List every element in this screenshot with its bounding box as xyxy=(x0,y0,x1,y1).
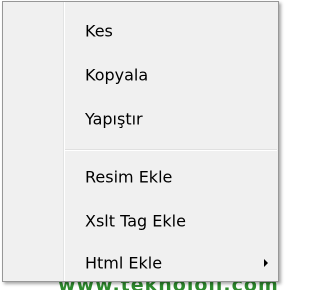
menu-item-label: Html Ekle xyxy=(85,253,163,273)
chevron-right-icon xyxy=(264,259,268,267)
context-menu: Kes Kopyala Yapıştır Resim Ekle Xslt Tag… xyxy=(2,1,279,282)
menu-item-kopyala[interactable]: Kopyala xyxy=(5,57,276,93)
menu-item-resim-ekle[interactable]: Resim Ekle xyxy=(5,159,276,195)
menu-item-label: Xslt Tag Ekle xyxy=(85,211,186,231)
menu-item-html-ekle[interactable]: Html Ekle xyxy=(5,245,276,281)
menu-item-yapistir[interactable]: Yapıştır xyxy=(5,101,276,137)
menu-item-kes[interactable]: Kes xyxy=(5,13,276,49)
menu-separator xyxy=(65,149,277,151)
menu-item-label: Kes xyxy=(85,21,113,41)
menu-item-label: Resim Ekle xyxy=(85,167,173,187)
menu-item-xslt-tag-ekle[interactable]: Xslt Tag Ekle xyxy=(5,203,276,239)
menu-item-label: Kopyala xyxy=(85,65,149,85)
menu-item-label: Yapıştır xyxy=(85,109,143,129)
